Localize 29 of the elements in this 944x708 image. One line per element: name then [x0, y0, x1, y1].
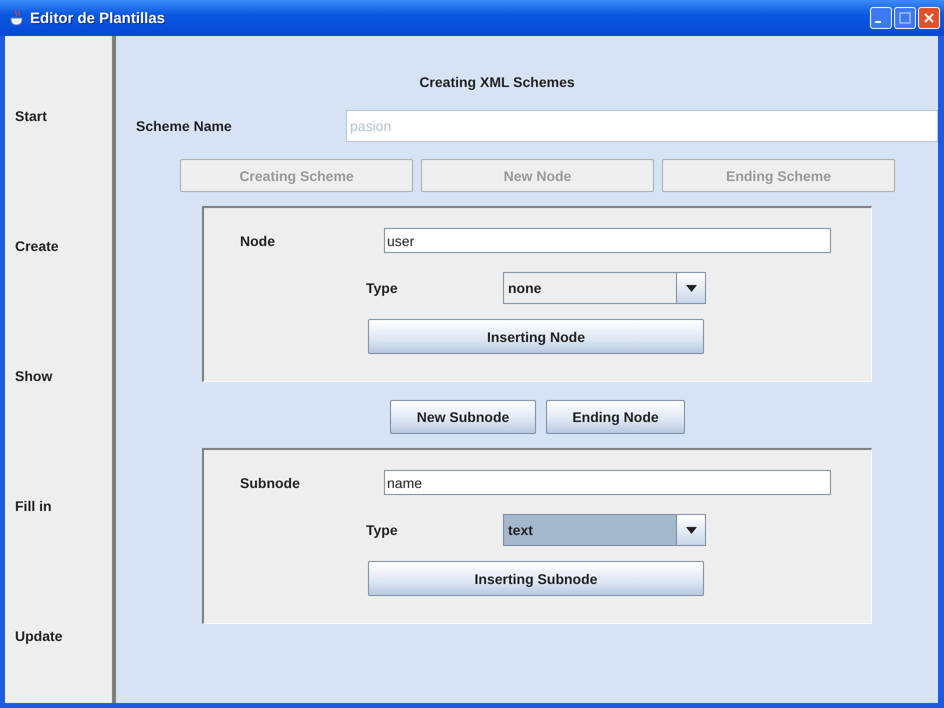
- close-button[interactable]: [918, 7, 940, 29]
- close-icon: [923, 12, 935, 24]
- name-field[interactable]: name: [384, 470, 831, 495]
- type-label: Type: [366, 522, 399, 538]
- action-button[interactable]: Inserting Subnode: [368, 561, 704, 596]
- sidebar-item[interactable]: Update: [15, 626, 112, 646]
- type-dropdown[interactable]: text: [503, 514, 706, 546]
- sidebar-item[interactable]: Show: [15, 366, 112, 386]
- maximize-icon: [899, 12, 911, 24]
- form-heading: Creating XML Schemes: [419, 74, 575, 92]
- field-label: Scheme Name: [136, 118, 233, 134]
- type-dropdown[interactable]: none: [503, 272, 706, 304]
- name-field[interactable]: user: [384, 228, 831, 253]
- action-button[interactable]: Inserting Node: [368, 319, 704, 354]
- window-title: Editor de Plantillas: [30, 10, 166, 26]
- dropdown-arrow-icon: [686, 526, 696, 534]
- type-label: Type: [366, 280, 399, 296]
- maximize-button[interactable]: [894, 7, 916, 29]
- sidebar-item[interactable]: Create: [15, 236, 112, 256]
- dropdown-arrow-icon: [686, 284, 696, 292]
- sidebar-item[interactable]: Fill in: [15, 496, 112, 516]
- sidebar-item[interactable]: Start: [15, 106, 112, 126]
- minimize-icon: [875, 21, 881, 23]
- field-label: Subnode: [240, 474, 301, 490]
- field-label: Node: [240, 232, 276, 248]
- action-button[interactable]: New Subnode: [390, 400, 536, 434]
- minimize-button[interactable]: [870, 7, 892, 29]
- coffee-cup-icon: [10, 10, 24, 26]
- action-button[interactable]: Ending Node: [546, 400, 685, 434]
